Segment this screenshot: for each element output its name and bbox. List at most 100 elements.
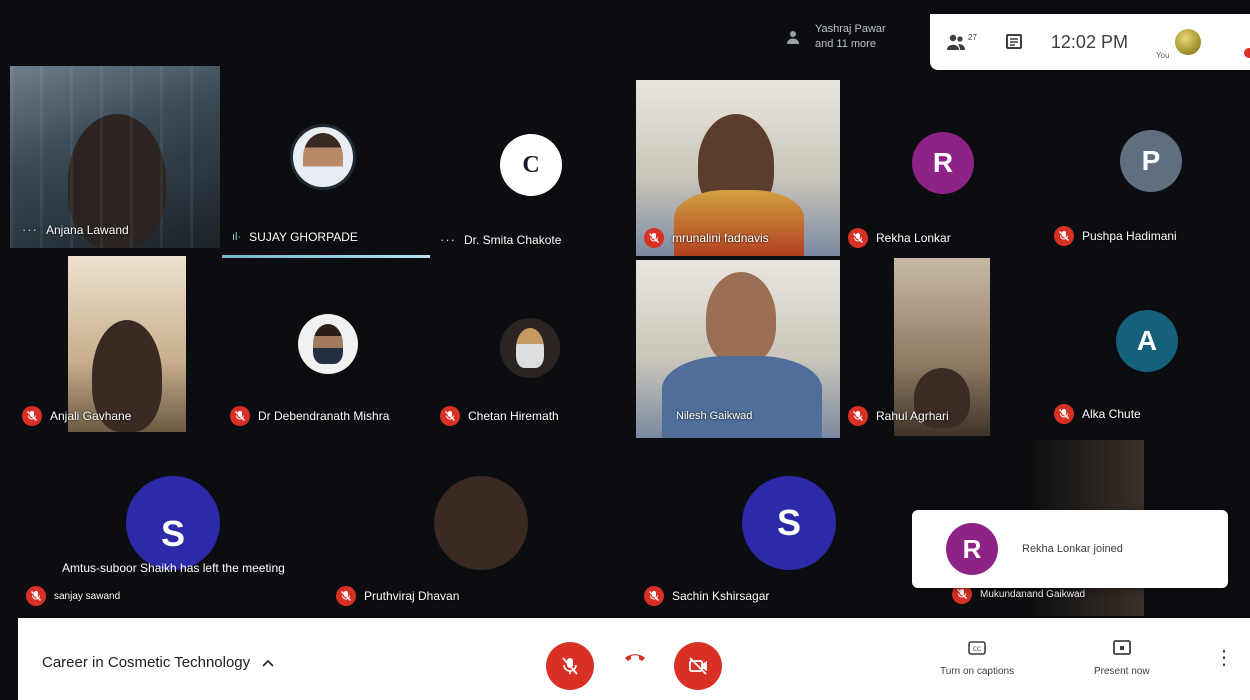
mic-off-icon [26, 586, 46, 606]
tile-label: sanjay sawand [26, 586, 120, 606]
tile-mrunalini-fadnavis[interactable]: mrunalini fadnavis [636, 80, 840, 256]
tile-chetan-hiremath[interactable]: Chetan Hiremath [432, 256, 632, 436]
chip-line1: Yashraj Pawar [815, 23, 886, 35]
avatar-photo [290, 124, 356, 190]
tile-pushpa-hadimani[interactable]: P Pushpa Hadimani [1046, 80, 1250, 256]
photo-person [313, 324, 343, 364]
participant-name: sanjay sawand [54, 590, 121, 602]
chat-icon[interactable] [1005, 33, 1023, 51]
bottom-control-bar: Career in Cosmetic Technology CC Turn on… [18, 618, 1250, 700]
people-icon [947, 34, 965, 50]
meeting-title: Career in Cosmetic Technology [42, 654, 251, 671]
participant-name: Anjana Lawand [46, 222, 129, 237]
person-icon [787, 31, 799, 44]
mic-off-icon [336, 586, 356, 606]
avatar-initial: S [160, 513, 185, 554]
avatar-letter: R [912, 132, 974, 194]
participant-name: Rahul Agrhari [876, 409, 949, 423]
tile-smita-chakote[interactable]: C ··· Dr. Smita Chakote [432, 66, 632, 256]
mic-off-icon [1054, 226, 1074, 246]
tile-sujay-ghorpade[interactable]: ıl· SUJAY GHORPADE [222, 66, 430, 256]
meet-window: Yashraj Pawar and 11 more 27 12:02 PM Yo… [0, 0, 1250, 700]
participant-name: Nilesh Gaikwad [676, 410, 753, 422]
participant-name: Chetan Hiremath [468, 409, 559, 423]
mic-off-icon [644, 228, 664, 248]
self-avatar[interactable] [1175, 29, 1202, 55]
toast-avatar-initial: R [962, 533, 982, 564]
leave-call-button[interactable] [620, 646, 650, 668]
captions-label: Turn on captions [940, 666, 1015, 677]
tile-alka-chute[interactable]: A Alka Chute [1046, 256, 1250, 436]
tile-anjana-lawand[interactable]: ··· Anjana Lawand [10, 66, 220, 248]
tile-label: mrunalini fadnavis [644, 228, 769, 248]
photo-person [516, 328, 544, 368]
tile-label: Chetan Hiremath [440, 406, 559, 426]
participant-name: Dr. Smita Chakote [464, 232, 562, 247]
tile-anjali-gavhane[interactable]: Anjali Gavhane [16, 256, 216, 436]
mic-off-icon [230, 406, 250, 426]
tile-label: Alka Chute [1054, 404, 1141, 424]
window-blinds [10, 66, 220, 248]
tile-nilesh-gaikwad[interactable]: Nilesh Gaikwad [636, 260, 840, 438]
tile-label: ··· Dr. Smita Chakote [440, 232, 561, 247]
mic-off-icon [1054, 404, 1074, 424]
avatar-letter: S [742, 476, 836, 570]
tile-debendranath-mishra[interactable]: Dr Debendranath Mishra [222, 256, 430, 436]
participant-shirt [662, 356, 822, 438]
camera-toggle-button[interactable] [674, 642, 722, 690]
tile-label: Rahul Agrhari [848, 406, 949, 426]
more-options-icon[interactable]: ⋮ [1214, 648, 1234, 668]
tile-label: Rekha Lonkar [848, 228, 951, 248]
participant-name: Anjali Gavhane [50, 409, 132, 423]
avatar-photo [500, 318, 560, 378]
participant-name: Mukundanand Gaikwad [980, 588, 1086, 600]
mic-toggle-button[interactable] [546, 642, 594, 690]
more-dots-icon: ··· [440, 232, 456, 247]
tile-rahul-agrhari[interactable]: Rahul Agrhari [842, 256, 1042, 436]
notification-badge [1242, 46, 1250, 60]
tile-sachin-kshirsagar[interactable]: S Sachin Kshirsagar [636, 440, 940, 616]
avatar-initial: S [776, 502, 801, 543]
mic-off-icon [848, 228, 868, 248]
toast-message: Rekha Lonkar joined [1022, 543, 1123, 555]
you-label: You [1155, 51, 1170, 60]
photo-person [303, 133, 343, 181]
hang-up-icon [625, 654, 645, 661]
mic-off-icon [22, 406, 42, 426]
participant-name: mrunalini fadnavis [672, 231, 769, 245]
left-meeting-notice: Amtus-suboor Shaikh has left the meeting [62, 561, 285, 575]
svg-text:CC: CC [973, 646, 981, 653]
tile-label: Nilesh Gaikwad [676, 410, 752, 422]
more-dots-icon: ··· [22, 222, 38, 237]
camera-off-icon [689, 657, 707, 675]
people-count: 27 [968, 33, 977, 42]
participant-video [706, 272, 776, 364]
captions-button[interactable]: CC Turn on captions [940, 638, 1014, 677]
people-button[interactable]: 27 [946, 33, 977, 51]
mic-off-icon [848, 406, 868, 426]
captions-icon: CC [968, 641, 986, 655]
tile-label: ıl· SUJAY GHORPADE [232, 230, 358, 244]
chevron-up-icon [262, 659, 274, 667]
tile-label: Pruthviraj Dhavan [336, 586, 459, 606]
tile-pruthviraj-dhavan[interactable]: Pruthviraj Dhavan [328, 440, 632, 616]
present-icon [1112, 640, 1131, 655]
speaking-icon: ıl· [232, 231, 242, 243]
meeting-details-button[interactable]: Career in Cosmetic Technology [42, 654, 274, 671]
top-right-bar: 27 12:02 PM You [930, 14, 1250, 70]
tile-label: ··· Anjana Lawand [22, 222, 129, 237]
tile-rekha-lonkar[interactable]: R Rekha Lonkar [842, 80, 1042, 256]
present-label: Present now [1094, 666, 1150, 677]
clock: 12:02 PM [1050, 31, 1128, 52]
participant-name: Pruthviraj Dhavan [364, 589, 460, 603]
participants-chip[interactable]: Yashraj Pawar and 11 more [785, 22, 886, 52]
participant-name: Alka Chute [1082, 407, 1141, 421]
avatar-photo [298, 314, 358, 374]
tile-label: Anjali Gavhane [22, 406, 131, 426]
present-now-button[interactable]: Present now [1094, 638, 1150, 677]
participant-name: Sachin Kshirsagar [672, 589, 770, 603]
avatar-letter: S [126, 476, 220, 570]
tile-label: Sachin Kshirsagar [644, 586, 769, 606]
tile-sanjay-sawand[interactable]: S sanjay sawand [18, 440, 326, 616]
logo-letter: C [522, 151, 540, 178]
